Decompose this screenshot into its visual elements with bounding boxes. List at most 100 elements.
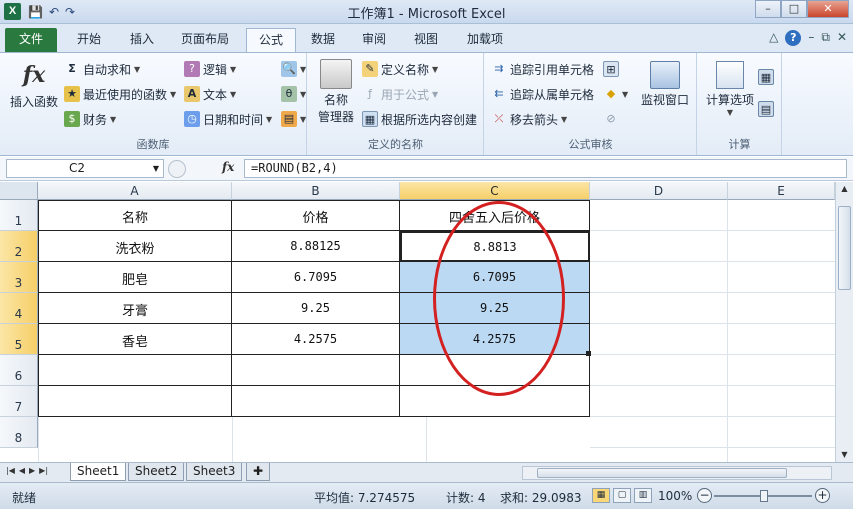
datetime-button[interactable]: ◷ 日期和时间 ▼ <box>184 109 272 129</box>
math-button[interactable]: θ ▼ <box>281 84 306 104</box>
restore-icon[interactable]: ⧉ <box>821 30 830 46</box>
cell-a2[interactable]: 洗衣粉 <box>38 231 232 262</box>
cell-c5[interactable]: 4.2575 <box>400 324 590 355</box>
close-workbook-icon[interactable]: ✕ <box>837 30 847 46</box>
evaluate-formula-button[interactable]: ⊘ <box>603 109 619 129</box>
cell-b4[interactable]: 9.25 <box>232 293 400 324</box>
row-header-5[interactable]: 5 <box>0 324 38 355</box>
column-header-d[interactable]: D <box>590 182 728 200</box>
zoom-in-icon[interactable]: + <box>815 488 830 503</box>
row-header-6[interactable]: 6 <box>0 355 38 386</box>
vertical-scroll-thumb[interactable] <box>838 206 851 290</box>
sheet-tab-1[interactable]: Sheet1 <box>70 463 127 481</box>
worksheet-grid[interactable]: A B C D E 1 2 3 4 5 6 7 8 名称 价格 四舍五入后价格 … <box>0 182 835 462</box>
tab-view[interactable]: 视图 <box>404 28 448 52</box>
zoom-knob[interactable] <box>760 490 768 502</box>
cell-b6[interactable] <box>232 355 400 386</box>
insert-sheet-icon[interactable]: ✚ <box>246 463 270 481</box>
cell-b2[interactable]: 8.88125 <box>232 231 400 262</box>
restore-window-icon[interactable]: – <box>808 30 814 46</box>
cell-c3[interactable]: 6.7095 <box>400 262 590 293</box>
tab-data[interactable]: 数据 <box>302 28 344 52</box>
trace-precedents-button[interactable]: ⇉ 追踪引用单元格 <box>491 59 594 79</box>
use-in-formula-button[interactable]: ƒ 用于公式 ▼ <box>362 84 438 104</box>
tab-review[interactable]: 审阅 <box>352 28 396 52</box>
row-header-4[interactable]: 4 <box>0 293 38 324</box>
minimize-button[interactable]: – <box>755 0 781 18</box>
tab-addins[interactable]: 加载项 <box>456 28 514 52</box>
cell-b5[interactable]: 4.2575 <box>232 324 400 355</box>
fill-handle[interactable] <box>586 351 591 356</box>
cell-c2-active[interactable]: 8.8813 <box>400 231 590 262</box>
define-name-button[interactable]: ✎ 定义名称 ▼ <box>362 59 438 79</box>
page-layout-view-icon[interactable]: ▢ <box>613 488 631 503</box>
empty-row-8[interactable] <box>38 417 590 462</box>
logical-button[interactable]: ? 逻辑 ▼ <box>184 59 236 79</box>
cell-c7[interactable] <box>400 386 590 417</box>
calculate-now-button[interactable]: ▦ <box>758 67 774 87</box>
column-header-b[interactable]: B <box>232 182 400 200</box>
column-header-e[interactable]: E <box>728 182 835 200</box>
cell-a4[interactable]: 牙膏 <box>38 293 232 324</box>
tab-formulas[interactable]: 公式 <box>246 28 296 52</box>
name-box[interactable]: C2 ▼ <box>6 159 164 178</box>
cell-b3[interactable]: 6.7095 <box>232 262 400 293</box>
maximize-button[interactable]: □ <box>781 0 807 18</box>
formula-input[interactable]: =ROUND(B2,4) <box>244 159 847 178</box>
financial-button[interactable]: $ 财务 ▼ <box>64 109 116 129</box>
insert-function-icon[interactable]: fx <box>222 160 234 174</box>
sheet-tab-3[interactable]: Sheet3 <box>186 463 243 481</box>
cell-a5[interactable]: 香皂 <box>38 324 232 355</box>
horizontal-scrollbar[interactable] <box>522 466 832 480</box>
cell-a7[interactable] <box>38 386 232 417</box>
insert-function-button[interactable]: fx 插入函数 <box>6 59 62 110</box>
calculate-sheet-button[interactable]: ▤ <box>758 99 774 119</box>
cell-c6[interactable] <box>400 355 590 386</box>
vertical-scrollbar[interactable]: ▲ ▼ <box>835 182 853 462</box>
tab-insert[interactable]: 插入 <box>120 28 164 52</box>
tab-home[interactable]: 开始 <box>66 28 112 52</box>
remove-arrows-button[interactable]: ⤫ 移去箭头 ▼ <box>491 109 568 129</box>
watch-window-button[interactable]: 监视窗口 <box>637 59 693 108</box>
scroll-down-icon[interactable]: ▼ <box>836 448 853 462</box>
create-from-selection-button[interactable]: ▦ 根据所选内容创建 <box>362 109 477 129</box>
close-button[interactable]: ✕ <box>807 0 849 18</box>
row-header-7[interactable]: 7 <box>0 386 38 417</box>
zoom-slider[interactable] <box>714 490 812 502</box>
show-formulas-button[interactable]: ⊞ <box>603 59 619 79</box>
tab-page-layout[interactable]: 页面布局 <box>172 28 238 52</box>
column-header-a[interactable]: A <box>38 182 232 200</box>
text-button[interactable]: A 文本 ▼ <box>184 84 236 104</box>
recent-functions-button[interactable]: ★ 最近使用的函数 ▼ <box>64 84 176 104</box>
lookup-button[interactable]: 🔍 ▼ <box>281 59 306 79</box>
name-manager-button[interactable]: 名称 管理器 <box>312 59 360 125</box>
row-header-1[interactable]: 1 <box>0 200 38 231</box>
cell-b7[interactable] <box>232 386 400 417</box>
cell-b1[interactable]: 价格 <box>232 200 400 231</box>
formula-bar-expander-icon[interactable] <box>168 160 186 178</box>
cell-a6[interactable] <box>38 355 232 386</box>
zoom-level[interactable]: 100% <box>658 489 692 503</box>
first-sheet-icon[interactable]: |◀ <box>6 466 15 475</box>
more-functions-button[interactable]: ▤ ▼ <box>281 109 306 129</box>
cell-a3[interactable]: 肥皂 <box>38 262 232 293</box>
tab-file[interactable]: 文件 <box>5 28 57 52</box>
scroll-up-icon[interactable]: ▲ <box>836 182 853 196</box>
trace-dependents-button[interactable]: ⇇ 追踪从属单元格 <box>491 84 594 104</box>
last-sheet-icon[interactable]: ▶| <box>39 466 48 475</box>
error-checking-button[interactable]: ◆ ▼ <box>603 84 628 104</box>
next-sheet-icon[interactable]: ▶ <box>29 466 35 475</box>
column-header-c[interactable]: C <box>400 182 590 200</box>
select-all-corner[interactable] <box>0 182 38 200</box>
page-break-view-icon[interactable]: ▥ <box>634 488 652 503</box>
zoom-out-icon[interactable]: − <box>697 488 712 503</box>
cell-c1[interactable]: 四舍五入后价格 <box>400 200 590 231</box>
row-header-2[interactable]: 2 <box>0 231 38 262</box>
cell-a1[interactable]: 名称 <box>38 200 232 231</box>
empty-cells-area[interactable] <box>590 200 835 462</box>
sheet-tab-2[interactable]: Sheet2 <box>128 463 185 481</box>
minimize-ribbon-icon[interactable]: △ <box>769 30 778 46</box>
normal-view-icon[interactable]: ▦ <box>592 488 610 503</box>
chevron-down-icon[interactable]: ▼ <box>153 160 159 177</box>
autosum-button[interactable]: Σ 自动求和 ▼ <box>64 59 140 79</box>
